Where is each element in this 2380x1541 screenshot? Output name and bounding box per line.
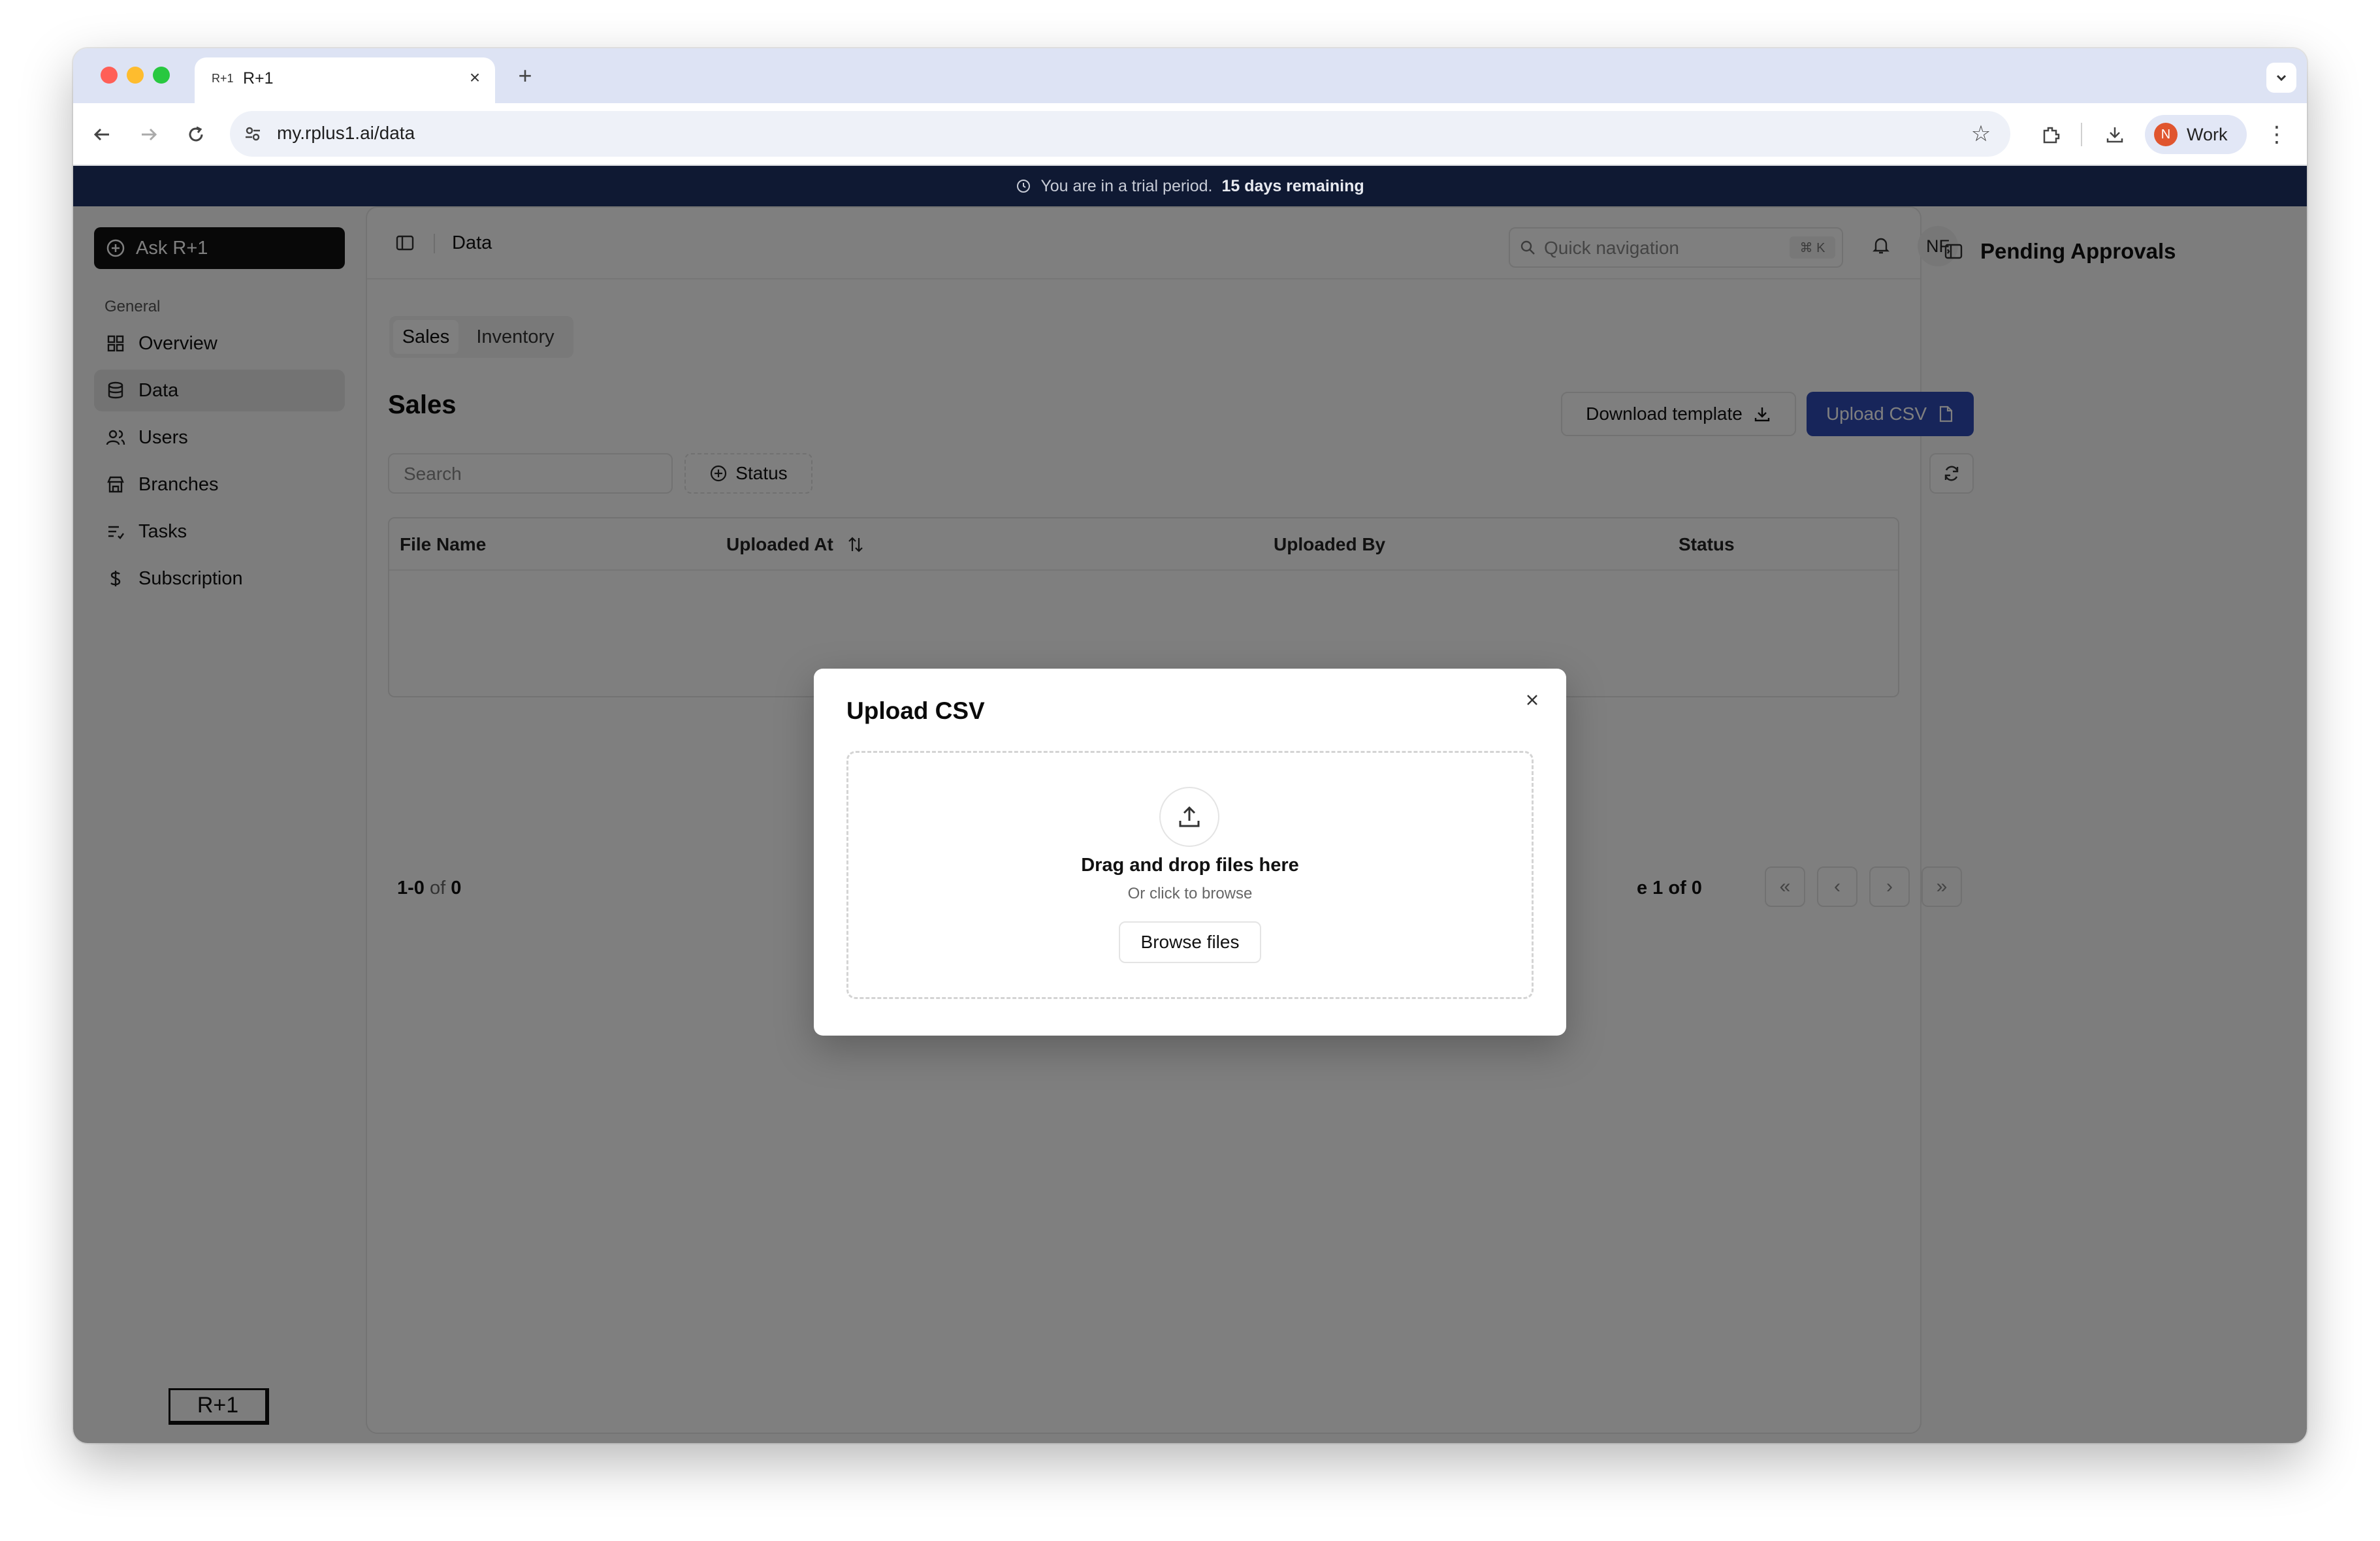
app-root: Ask R+1 General Overview Data Users Bran… (73, 206, 2307, 1443)
trial-days-remaining: 15 days remaining (1221, 176, 1364, 195)
profile-avatar: N (2154, 123, 2178, 146)
trial-banner-text: You are in a trial period. (1040, 176, 1213, 195)
close-tab-icon[interactable]: × (465, 67, 485, 87)
browse-files-button[interactable]: Browse files (1119, 921, 1261, 963)
dropzone-title: Drag and drop files here (1081, 855, 1299, 876)
browser-window: R+1 R+1 × + my.rplus1.ai/data ☆ N Work ⋮… (73, 48, 2307, 1443)
browser-menu-icon[interactable]: ⋮ (2264, 119, 2290, 150)
profile-label: Work (2187, 124, 2228, 144)
toolbar-divider (2081, 123, 2082, 146)
reload-icon[interactable] (182, 120, 210, 149)
profile-chip[interactable]: N Work (2145, 115, 2247, 154)
maximize-window-button[interactable] (153, 67, 170, 84)
back-icon[interactable] (88, 120, 116, 149)
upload-icon (1159, 787, 1219, 847)
close-window-button[interactable] (101, 67, 118, 84)
forward-icon[interactable] (135, 120, 163, 149)
extensions-icon[interactable] (2035, 119, 2066, 150)
new-tab-icon[interactable]: + (512, 62, 538, 89)
trial-banner: You are in a trial period. 15 days remai… (73, 166, 2307, 206)
tab-title: R+1 (243, 69, 274, 87)
upload-csv-dialog: Upload CSV Drag and drop files here Or c… (814, 669, 1566, 1036)
address-bar[interactable]: my.rplus1.ai/data ☆ (230, 111, 2010, 157)
bookmark-star-icon[interactable]: ☆ (1967, 120, 1995, 148)
url-text: my.rplus1.ai/data (277, 123, 415, 143)
dropzone-subtitle: Or click to browse (1127, 885, 1253, 902)
file-dropzone[interactable]: Drag and drop files here Or click to bro… (846, 751, 1534, 999)
downloads-icon[interactable] (2099, 119, 2131, 150)
close-icon[interactable] (1519, 687, 1545, 713)
minimize-window-button[interactable] (127, 67, 144, 84)
browser-tab-bar: R+1 R+1 × + (73, 48, 2307, 103)
tab-favicon-icon: R+1 (212, 72, 234, 85)
site-settings-icon[interactable] (240, 121, 265, 146)
tab-search-icon[interactable] (2266, 63, 2296, 93)
browser-tab[interactable]: R+1 R+1 × (195, 57, 495, 103)
clock-icon (1016, 178, 1031, 194)
browser-toolbar: my.rplus1.ai/data ☆ N Work ⋮ (73, 103, 2307, 166)
dialog-title: Upload CSV (846, 697, 985, 724)
